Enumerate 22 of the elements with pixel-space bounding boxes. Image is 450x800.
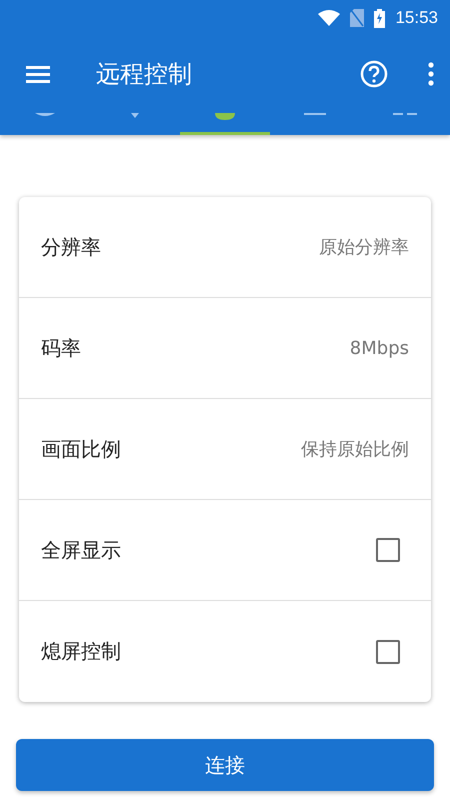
setting-label: 画面比例 (41, 436, 121, 462)
setting-label: 熄屏控制 (41, 638, 121, 665)
screen-title: 远程控制 (96, 59, 193, 90)
tab-icon (215, 113, 235, 120)
menu-icon[interactable] (26, 65, 50, 83)
wifi-icon (318, 10, 340, 26)
setting-value[interactable]: 原始分辨率 (319, 235, 409, 259)
setting-label: 全屏显示 (41, 536, 121, 564)
more-options-icon[interactable] (428, 62, 434, 86)
setting-label: 分辨率 (41, 234, 101, 260)
setting-value[interactable]: 8Mbps (350, 338, 409, 358)
checkbox[interactable] (376, 538, 400, 562)
setting-value[interactable]: 保持原始比例 (301, 437, 409, 461)
setting-label: 码率 (41, 334, 81, 362)
clock-time: 15:53 (395, 8, 438, 28)
help-icon[interactable] (360, 60, 388, 88)
connect-button[interactable]: 连接 (16, 739, 434, 791)
checkbox[interactable] (376, 640, 400, 664)
tab-icon (35, 113, 55, 116)
no-sim-icon (350, 9, 364, 27)
battery-charging-icon (374, 8, 386, 28)
tab-icon (131, 113, 139, 118)
